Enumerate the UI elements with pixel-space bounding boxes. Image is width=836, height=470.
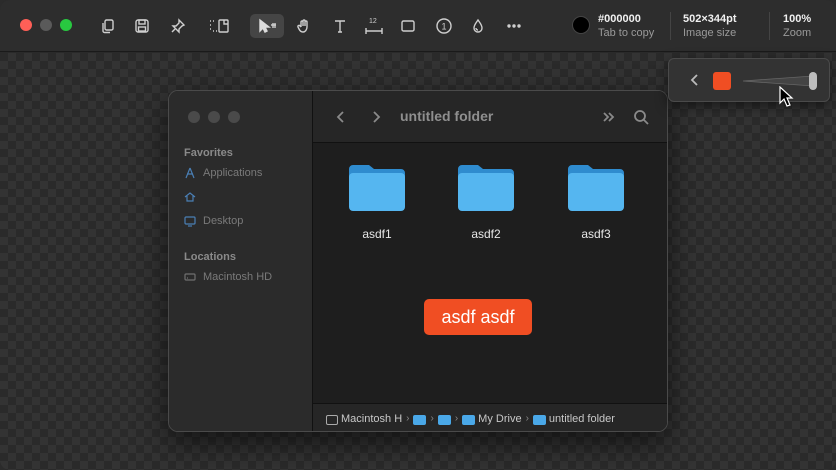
text-annotation[interactable]: asdf asdf (424, 299, 532, 335)
toolbar: 12 1 #000000 Tab to copy 502×344pt Image… (0, 0, 836, 52)
text-icon[interactable] (328, 14, 352, 38)
more-icon[interactable] (502, 14, 526, 38)
back-icon[interactable] (687, 72, 703, 88)
divider (769, 12, 770, 40)
favorites-title: Favorites (184, 147, 233, 159)
mouse-cursor-icon (779, 86, 794, 107)
image-size-info: 502×344pt Image size (683, 12, 737, 40)
crop-icon[interactable] (208, 14, 232, 38)
search-icon (631, 107, 651, 127)
pin-icon[interactable] (166, 14, 190, 38)
forward-icon (366, 107, 386, 127)
folder-icon (437, 414, 451, 425)
counter-label: 1 (442, 22, 447, 32)
sidebar-item-label: Macintosh HD (203, 271, 273, 283)
divider (670, 12, 671, 40)
measure-icon[interactable]: 12 (362, 14, 386, 38)
select-pointer-icon[interactable] (250, 14, 284, 38)
close-button[interactable] (20, 19, 32, 31)
folder-icon (532, 414, 546, 425)
finder-header: untitled folder (313, 91, 667, 143)
desktop-icon (184, 216, 196, 227)
chevron-right-icon: › (454, 413, 459, 424)
folder-item: asdf1 (337, 161, 417, 241)
color-swatch[interactable] (713, 72, 731, 90)
applications-icon (185, 167, 195, 179)
folder-icon (413, 414, 427, 425)
disk-icon (184, 273, 196, 281)
color-info[interactable]: #000000 Tab to copy (598, 12, 654, 40)
image-size-value: 502×344pt (683, 13, 737, 25)
zoom-info[interactable]: 100% Zoom (783, 12, 811, 40)
finder-zoom-dot (228, 111, 240, 123)
folder-name: asdf3 (581, 227, 611, 241)
blur-icon[interactable] (466, 14, 490, 38)
color-size-popover (668, 58, 830, 102)
screenshot-editor-window: 12 1 #000000 Tab to copy 502×344pt Image… (0, 0, 836, 470)
folder-icon (458, 165, 514, 211)
save-icon[interactable] (130, 14, 154, 38)
sidebar-item-label: Applications (203, 167, 263, 179)
color-value: #000000 (598, 13, 641, 25)
color-swatch[interactable] (572, 16, 590, 34)
folder-icon (349, 165, 405, 211)
zoom-value: 100% (783, 13, 812, 25)
folder-icon (568, 165, 624, 211)
locations-title: Locations (184, 251, 236, 263)
finder-window-image[interactable]: Favorites Applications Desktop Locations… (168, 90, 668, 432)
finder-sidebar: Favorites Applications Desktop Locations… (169, 91, 313, 431)
finder-close-dot (188, 111, 200, 123)
image-size-label: Image size (683, 27, 737, 39)
counter-icon[interactable]: 1 (432, 14, 456, 38)
path-item: Macintosh H (341, 412, 403, 425)
sidebar-item-label: Desktop (203, 215, 244, 227)
finder-title: untitled folder (400, 108, 494, 124)
disk-icon (326, 414, 338, 425)
double-chevron-icon (599, 107, 619, 127)
hand-icon[interactable] (292, 14, 316, 38)
path-item: untitled folder (548, 412, 615, 425)
chevron-right-icon: › (525, 413, 529, 424)
folder-name: asdf2 (471, 227, 501, 241)
sidebar-item-applications: Applications (184, 165, 262, 181)
chevron-right-icon: › (406, 413, 410, 424)
sidebar-item-home (184, 189, 203, 205)
sidebar-item-macintosh-hd: Macintosh HD (184, 269, 272, 285)
measure-label: 12 (369, 18, 377, 25)
chevron-right-icon: › (430, 413, 434, 424)
path-bar: Macintosh H › › › My Drive › untitled fo… (313, 403, 667, 431)
finder-main: untitled folder asdf1 asdf2 asdf3 asdf a… (313, 91, 667, 431)
rectangle-icon[interactable] (396, 14, 420, 38)
copy-icon[interactable] (96, 14, 120, 38)
folder-icon (462, 414, 476, 425)
folder-item: asdf2 (446, 161, 526, 241)
folder-name: asdf1 (362, 227, 392, 241)
slider-thumb[interactable] (809, 72, 817, 90)
zoom-label: Zoom (783, 27, 812, 39)
minimize-button[interactable] (40, 19, 52, 31)
finder-minimize-dot (208, 111, 220, 123)
color-hint: Tab to copy (598, 27, 655, 39)
path-item: My Drive (478, 412, 522, 425)
zoom-button[interactable] (60, 19, 72, 31)
back-icon (331, 107, 351, 127)
folder-item: asdf3 (556, 161, 636, 241)
sidebar-item-desktop: Desktop (184, 213, 243, 229)
home-icon (184, 192, 196, 202)
